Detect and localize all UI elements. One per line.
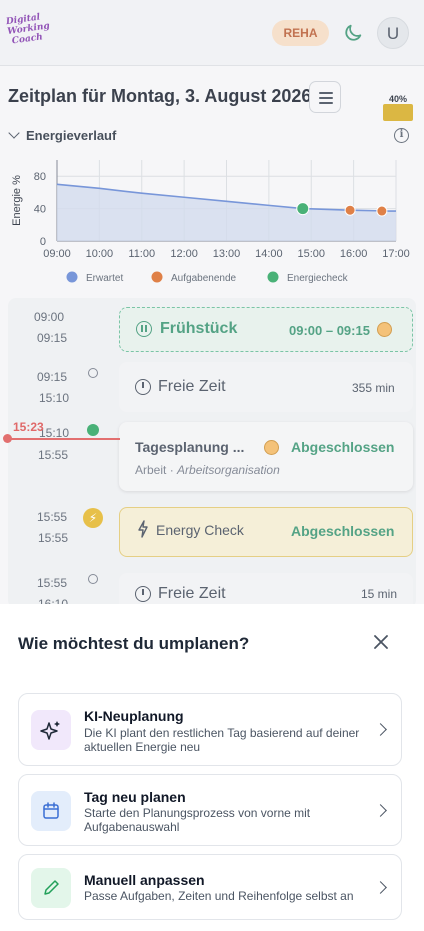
option-manual-adjust[interactable]: Manuell anpassen Passe Aufgaben, Zeiten … xyxy=(18,854,402,920)
sparkles-icon xyxy=(31,710,71,750)
pencil-icon xyxy=(31,868,71,908)
close-icon[interactable] xyxy=(372,633,390,651)
option-description: Starte den Planungsprozess von vorne mit… xyxy=(84,806,311,834)
option-plan-day-new[interactable]: Tag neu planen Starte den Planungsprozes… xyxy=(18,774,402,846)
chevron-right-icon xyxy=(374,804,387,817)
option-title: Manuell anpassen xyxy=(84,872,205,888)
calendar-icon xyxy=(31,791,71,831)
option-title: KI-Neuplanung xyxy=(84,708,184,724)
option-title: Tag neu planen xyxy=(84,789,186,805)
sheet-title: Wie möchtest du umplanen? xyxy=(18,634,250,653)
chevron-right-icon xyxy=(374,881,387,894)
option-description: Die KI plant den restlichen Tag basieren… xyxy=(84,726,360,754)
chevron-right-icon xyxy=(374,723,387,736)
option-ai-replan[interactable]: KI-Neuplanung Die KI plant den restliche… xyxy=(18,693,402,766)
option-description: Passe Aufgaben, Zeiten und Reihenfolge s… xyxy=(84,889,354,903)
